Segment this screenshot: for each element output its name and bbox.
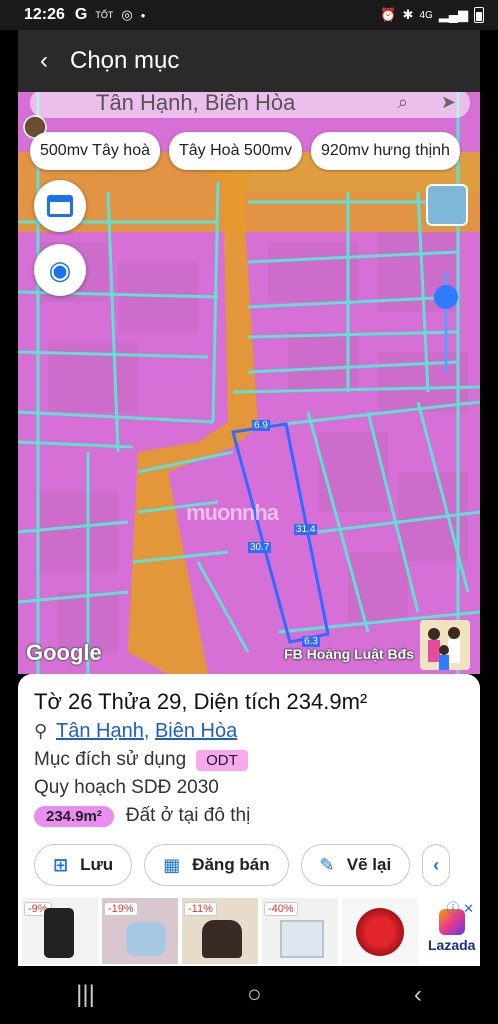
ad-product-5[interactable] bbox=[342, 898, 418, 964]
save-label: Lưu bbox=[80, 855, 114, 874]
credit-label: FB Hoàng Luật Bđs bbox=[284, 646, 414, 662]
redraw-button[interactable]: ✎ Vẽ lại bbox=[300, 844, 411, 886]
map-canvas bbox=[18, 92, 480, 674]
plot-label-top: 6.9 bbox=[252, 420, 270, 431]
rose-image bbox=[356, 908, 404, 956]
lazada-label: Lazada bbox=[428, 937, 476, 953]
home-icon[interactable]: ○ bbox=[247, 981, 262, 1009]
ad-product-3[interactable]: -11% bbox=[182, 898, 258, 964]
area-pill: 234.9m² bbox=[34, 805, 114, 827]
ad-banner[interactable]: -9% -19% -11% -40% Lazada ⓘ ✕ bbox=[18, 896, 480, 966]
plan-row: Quy hoạch SDĐ 2030 bbox=[34, 777, 464, 799]
area-row: 234.9m² Đất ở tại đô thị bbox=[34, 805, 464, 827]
status-time: 12:26 bbox=[24, 6, 65, 23]
minimap-thumbnail[interactable] bbox=[426, 184, 468, 226]
add-square-icon: ⊞ bbox=[53, 854, 69, 875]
search-bar[interactable]: Tân Hạnh, Biên Hòa ⌕ ➤ bbox=[30, 92, 470, 118]
share-icon: ‹ bbox=[433, 854, 440, 875]
signal-icon: ▂▄▆ bbox=[438, 7, 468, 22]
action-row: ⊞ Lưu ▦ Đăng bán ✎ Vẽ lại ‹ bbox=[34, 844, 451, 886]
dot-icon: • bbox=[140, 7, 146, 23]
network-label: 4G bbox=[419, 9, 433, 21]
page-title: Chọn mục bbox=[70, 47, 180, 74]
layers-button[interactable] bbox=[34, 180, 86, 232]
back-arrow-icon[interactable]: ‹ bbox=[32, 47, 56, 75]
location-pin-icon: ⚲ bbox=[34, 721, 48, 741]
view-toggle-button[interactable]: ◉ bbox=[34, 244, 86, 296]
discount-badge: -19% bbox=[104, 902, 138, 916]
edit-icon: ✎ bbox=[319, 854, 335, 875]
ad-close-icon[interactable]: ⓘ ✕ bbox=[446, 898, 474, 917]
chip-item[interactable]: 920mv hưng thịnh bbox=[310, 132, 460, 170]
usage-row: Mục đích sử dụng ODT bbox=[34, 749, 464, 771]
calendar-icon: ▦ bbox=[163, 854, 181, 875]
redraw-label: Vẽ lại bbox=[346, 855, 392, 874]
search-input[interactable]: Tân Hạnh, Biên Hòa bbox=[96, 92, 295, 116]
product-image bbox=[202, 920, 242, 958]
discount-badge: -40% bbox=[264, 902, 298, 916]
back-icon[interactable]: ‹ bbox=[414, 981, 422, 1009]
credit-photo bbox=[420, 620, 470, 670]
status-bar: 12:26 G TỐT ◎ • ⏰ ✱ 4G ▂▄▆ bbox=[0, 0, 498, 30]
search-icon[interactable]: ⌕ bbox=[398, 92, 408, 113]
chip-row: 500mv Tây hoà Tây Hoà 500mv 920mv hưng t… bbox=[30, 132, 460, 170]
product-image bbox=[280, 920, 324, 958]
plot-label-left: 30.7 bbox=[248, 542, 272, 553]
usage-code-badge: ODT bbox=[196, 749, 248, 771]
more-button[interactable]: ‹ bbox=[422, 844, 451, 886]
eye-icon: ◉ bbox=[48, 254, 72, 285]
bluetooth-icon: ✱ bbox=[402, 7, 414, 22]
parcel-info-panel: Tờ 26 Thửa 29, Diện tích 234.9m² ⚲ Tân H… bbox=[18, 674, 480, 896]
google-logo: Google bbox=[26, 640, 102, 665]
zoom-knob bbox=[434, 285, 458, 309]
google-icon: G bbox=[74, 6, 88, 23]
battery-icon bbox=[474, 7, 484, 23]
city-link[interactable]: Biên Hòa bbox=[155, 720, 237, 743]
ad-product-2[interactable]: -19% bbox=[102, 898, 178, 964]
system-nav-bar: ||| ○ ‹ bbox=[0, 966, 498, 1024]
grid-calendar-icon bbox=[47, 195, 73, 217]
list-for-sale-label: Đăng bán bbox=[192, 855, 270, 874]
ward-link[interactable]: Tân Hạnh bbox=[56, 720, 144, 743]
usage-label: Mục đích sử dụng bbox=[34, 749, 187, 770]
directions-icon[interactable]: ➤ bbox=[441, 92, 456, 113]
title-bar: ‹ Chọn mục bbox=[18, 30, 480, 92]
ad-product-4[interactable]: -40% bbox=[262, 898, 338, 964]
alarm-icon: ⏰ bbox=[380, 7, 397, 22]
chip-item[interactable]: Tây Hoà 500mv bbox=[169, 132, 302, 170]
status-left-icons: G TỐT ◎ • bbox=[75, 6, 145, 24]
map-view[interactable]: 6.9 30.7 31.4 6.3 muonnha Tân Hạnh, Biên… bbox=[18, 92, 480, 674]
watermark: muonnha bbox=[186, 500, 279, 525]
location-separator: , bbox=[143, 720, 155, 742]
recent-apps-icon[interactable]: ||| bbox=[76, 981, 95, 1009]
family-photo-icon bbox=[420, 620, 470, 670]
area-description: Đất ở tại đô thị bbox=[125, 805, 251, 826]
device-image bbox=[44, 908, 74, 958]
parcel-location: ⚲ Tân Hạnh , Biên Hòa bbox=[34, 720, 464, 743]
discount-badge: -11% bbox=[184, 902, 217, 916]
product-image bbox=[126, 922, 166, 956]
plot-label-right: 31.4 bbox=[294, 524, 318, 535]
list-for-sale-button[interactable]: ▦ Đăng bán bbox=[144, 844, 289, 886]
parcel-heading: Tờ 26 Thửa 29, Diện tích 234.9m² bbox=[34, 689, 368, 714]
status-right-icons: ⏰ ✱ 4G ▂▄▆ bbox=[380, 7, 484, 23]
app-icon: ◎ bbox=[121, 7, 133, 22]
chip-item[interactable]: 500mv Tây hoà bbox=[30, 132, 160, 170]
save-button[interactable]: ⊞ Lưu bbox=[34, 844, 133, 886]
screen: 12:26 G TỐT ◎ • ⏰ ✱ 4G ▂▄▆ ‹ Chọn mục 6.… bbox=[0, 0, 498, 1024]
tot-icon: TỐT bbox=[95, 10, 114, 20]
ad-product-1[interactable]: -9% bbox=[22, 898, 98, 964]
plan-label: Quy hoạch SDĐ 2030 bbox=[34, 777, 219, 798]
